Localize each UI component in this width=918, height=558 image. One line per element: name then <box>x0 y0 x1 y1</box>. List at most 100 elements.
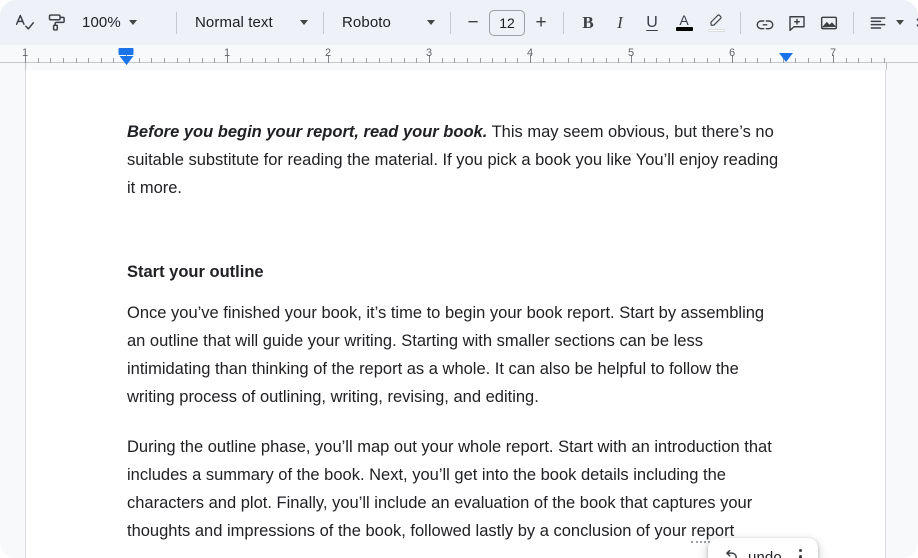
ruler-tick <box>76 58 77 63</box>
chevron-down-icon <box>300 20 308 25</box>
ruler-tick <box>707 58 708 63</box>
ruler-tick <box>315 58 316 63</box>
page-right-edge <box>886 63 887 70</box>
left-indent-marker[interactable] <box>118 48 134 65</box>
highlight-color-swatch <box>707 28 725 32</box>
chevron-down-icon <box>128 20 137 25</box>
ruler-tick <box>808 58 809 63</box>
ruler-tick <box>669 58 670 63</box>
ruler-tick <box>656 58 657 63</box>
zoom-dropdown[interactable]: 100% <box>72 7 168 39</box>
right-indent-marker[interactable] <box>779 53 793 62</box>
bold-button[interactable]: B <box>572 7 604 39</box>
text-color-icon: A <box>675 12 693 31</box>
document-body[interactable]: Before you begin your report, read your … <box>127 118 787 545</box>
add-comment-button[interactable] <box>781 7 813 39</box>
ruler-tick <box>38 58 39 63</box>
decrease-font-size-button[interactable]: − <box>459 9 487 37</box>
ruler-tick <box>644 58 645 63</box>
ruler-number: 6 <box>728 47 736 59</box>
ruler-tick <box>113 58 114 63</box>
ruler-tick <box>139 58 140 63</box>
ruler-number: 4 <box>526 47 534 59</box>
ruler-tick <box>745 58 746 63</box>
paragraph-style-dropdown[interactable]: Normal text <box>185 7 315 39</box>
paragraph-3[interactable]: During the outline phase, you’ll map out… <box>127 433 787 545</box>
document-ruler[interactable]: 1 1 2 3 4 5 6 7 <box>0 45 918 70</box>
ruler-tick <box>884 58 885 63</box>
align-left-icon <box>870 16 886 29</box>
ruler-tick <box>871 58 872 63</box>
insert-image-button[interactable] <box>813 7 845 39</box>
line-spacing-icon <box>916 17 918 28</box>
undo-more-options-button[interactable] <box>790 543 812 558</box>
font-size-input[interactable]: 12 <box>489 9 525 36</box>
docs-editor-window: 100% Normal text Roboto − 12 + B I U A 1… <box>0 0 918 558</box>
ruler-tick <box>618 58 619 63</box>
chevron-down-icon <box>427 20 435 25</box>
ruler-tick <box>252 58 253 63</box>
ruler-tick <box>467 58 468 63</box>
ruler-tick <box>719 58 720 63</box>
toolbar-divider <box>740 11 741 34</box>
paragraph-style-value: Normal text <box>195 14 273 31</box>
insert-link-button[interactable] <box>749 7 781 39</box>
ruler-tick <box>265 58 266 63</box>
ruler-tick <box>303 58 304 63</box>
ruler-track <box>0 62 918 63</box>
section-heading[interactable]: Start your outline <box>127 258 787 286</box>
highlight-color-button[interactable] <box>700 7 732 39</box>
ruler-tick <box>846 58 847 63</box>
paragraph-1[interactable]: Before you begin your report, read your … <box>127 118 787 202</box>
line-spacing-button[interactable] <box>909 7 918 39</box>
ruler-tick <box>820 58 821 63</box>
document-page[interactable]: Before you begin your report, read your … <box>25 70 886 558</box>
ruler-number: 3 <box>425 47 433 59</box>
undo-icon[interactable] <box>720 547 740 558</box>
ruler-tick <box>543 58 544 63</box>
text-color-button[interactable]: A <box>668 7 700 39</box>
underline-button[interactable]: U <box>636 7 668 39</box>
text-color-glyph: A <box>679 12 689 28</box>
spellcheck-icon <box>15 14 34 30</box>
text-color-swatch <box>675 27 693 31</box>
add-comment-icon <box>789 15 805 31</box>
ruler-number: 7 <box>829 47 837 59</box>
spellcheck-button[interactable] <box>8 7 40 39</box>
font-family-dropdown[interactable]: Roboto <box>332 7 442 39</box>
ruler-number: 2 <box>324 47 332 59</box>
ruler-tick <box>379 58 380 63</box>
italic-button[interactable]: I <box>604 7 636 39</box>
zoom-value: 100% <box>82 14 121 31</box>
insert-image-icon <box>820 16 838 29</box>
ruler-tick <box>517 58 518 63</box>
increase-font-size-button[interactable]: + <box>527 9 555 37</box>
ruler-tick <box>391 58 392 63</box>
ruler-tick <box>177 58 178 63</box>
undo-arrow-icon <box>725 549 737 558</box>
ruler-tick <box>454 58 455 63</box>
font-family-value: Roboto <box>342 14 391 31</box>
ruler-tick <box>757 58 758 63</box>
ruler-tick <box>366 58 367 63</box>
paint-format-button[interactable] <box>40 7 72 39</box>
undo-label[interactable]: undo <box>748 549 782 558</box>
ruler-tick <box>164 58 165 63</box>
ruler-tick <box>214 58 215 63</box>
toolbar-divider <box>176 11 177 34</box>
align-dropdown[interactable] <box>862 7 909 39</box>
ruler-tick <box>151 58 152 63</box>
ruler-number: 1 <box>21 47 29 59</box>
undo-popup[interactable]: undo <box>708 538 818 558</box>
ruler-tick <box>795 58 796 63</box>
paragraph-1-lead: Before you begin your report, read your … <box>127 123 488 141</box>
document-canvas[interactable]: Before you begin your report, read your … <box>0 70 918 558</box>
ruler-tick <box>770 58 771 63</box>
ruler-tick <box>404 58 405 63</box>
page-left-edge <box>25 63 26 70</box>
ruler-tick <box>581 58 582 63</box>
first-line-indent-handle <box>118 48 134 55</box>
ruler-tick <box>341 58 342 63</box>
ruler-tick <box>202 58 203 63</box>
paragraph-2[interactable]: Once you’ve finished your book, it’s tim… <box>127 299 787 411</box>
